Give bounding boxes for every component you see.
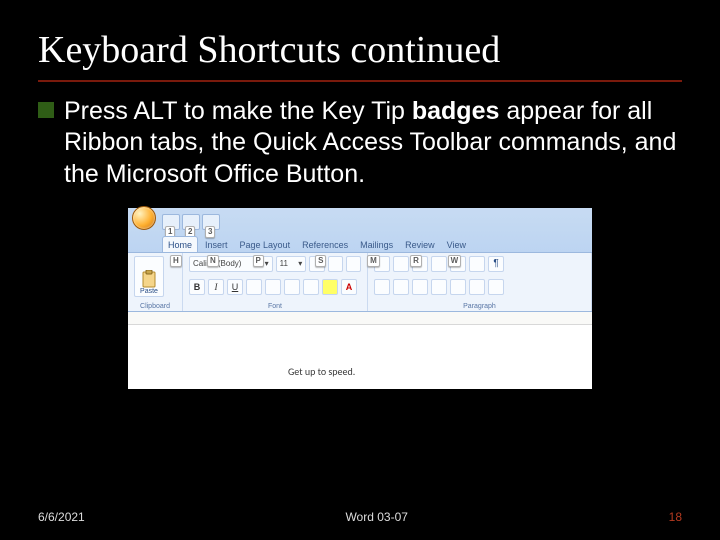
word-screenshot: 1 2 3 Home H Insert N [128, 208, 592, 389]
show-marks-button[interactable]: ¶ [488, 256, 504, 272]
title-bar: 1 2 3 [128, 208, 592, 230]
tab-page-layout[interactable]: Page Layout P [235, 237, 296, 252]
qat-undo[interactable]: 2 [182, 214, 200, 230]
qat-save[interactable]: 1 [162, 214, 180, 230]
chevron-down-icon: ▾ [298, 259, 302, 268]
paste-label: Paste [140, 288, 158, 295]
justify-button[interactable] [431, 279, 447, 295]
bullet-pre: Press ALT to make the Key Tip [64, 97, 412, 125]
footer-page: 18 [669, 510, 682, 524]
clipboard-icon [141, 270, 157, 288]
footer-center: Word 03-07 [345, 510, 407, 524]
title-rule [38, 80, 682, 82]
document-text: Get up to speed. [288, 365, 355, 378]
tab-mailings[interactable]: Mailings M [355, 237, 398, 252]
strikethrough-button[interactable] [246, 279, 262, 295]
font-color-button[interactable]: A [341, 279, 357, 295]
tab-label: References [302, 240, 348, 250]
align-left-button[interactable] [374, 279, 390, 295]
bullet-item: Press ALT to make the Key Tip badges app… [38, 96, 682, 190]
tab-home[interactable]: Home H [162, 236, 198, 252]
office-button[interactable] [132, 206, 156, 230]
footer-date: 6/6/2021 [38, 510, 85, 524]
tab-label: Home [168, 240, 192, 250]
keytip-badge: N [207, 255, 219, 267]
ribbon: 1 2 3 Home H Insert N [128, 208, 592, 312]
group-paragraph: ¶ Paragraph [368, 253, 592, 311]
keytip-badge: M [367, 255, 380, 267]
keytip-badge: W [448, 255, 462, 267]
italic-button[interactable]: I [208, 279, 224, 295]
document-area[interactable]: Get up to speed. [128, 325, 592, 389]
keytip-badge: 3 [205, 226, 215, 238]
group-title: Font [189, 303, 361, 310]
bullet-text: Press ALT to make the Key Tip badges app… [64, 96, 682, 190]
ruler[interactable] [128, 312, 592, 325]
superscript-button[interactable] [284, 279, 300, 295]
font-size: 11 [280, 259, 288, 268]
ribbon-tabs: Home H Insert N Page Layout P References… [128, 230, 592, 252]
bold-button[interactable]: B [189, 279, 205, 295]
underline-button[interactable]: U [227, 279, 243, 295]
tab-references[interactable]: References S [297, 237, 353, 252]
paste-button[interactable]: Paste [134, 256, 164, 297]
qat-redo[interactable]: 3 [202, 214, 220, 230]
tab-label: Mailings [360, 240, 393, 250]
slide-title: Keyboard Shortcuts continued [38, 28, 682, 72]
keytip-badge: S [315, 255, 326, 267]
borders-button[interactable] [488, 279, 504, 295]
bullet-marker [38, 102, 54, 118]
decrease-indent-button[interactable] [431, 256, 447, 272]
tab-view[interactable]: View W [442, 237, 471, 252]
tab-label: Page Layout [240, 240, 291, 250]
slide: Keyboard Shortcuts continued Press ALT t… [0, 0, 720, 540]
align-right-button[interactable] [412, 279, 428, 295]
bullet-bold: badges [412, 97, 500, 125]
tab-label: Insert [205, 240, 228, 250]
tab-label: View [447, 240, 466, 250]
shading-button[interactable] [469, 279, 485, 295]
sort-button[interactable] [469, 256, 485, 272]
numbering-button[interactable] [393, 256, 409, 272]
slide-footer: 6/6/2021 Word 03-07 18 [0, 510, 720, 524]
clear-formatting-button[interactable] [346, 256, 361, 272]
line-spacing-button[interactable] [450, 279, 466, 295]
align-center-button[interactable] [393, 279, 409, 295]
highlight-button[interactable] [322, 279, 338, 295]
tab-insert[interactable]: Insert N [200, 237, 233, 252]
text-effects-button[interactable] [303, 279, 319, 295]
ribbon-body: Paste Clipboard Calibri (Body)▾ 11▾ [128, 252, 592, 312]
group-title: Clipboard [134, 303, 176, 310]
keytip-badge: R [410, 255, 422, 267]
keytip-badge: P [253, 255, 264, 267]
subscript-button[interactable] [265, 279, 281, 295]
group-title: Paragraph [374, 303, 585, 310]
shrink-font-button[interactable] [328, 256, 343, 272]
tab-review[interactable]: Review R [400, 237, 440, 252]
keytip-badge: H [170, 255, 182, 267]
tab-label: Review [405, 240, 435, 250]
chevron-down-icon: ▾ [265, 259, 269, 268]
font-size-combo[interactable]: 11 ▾ [276, 256, 307, 272]
